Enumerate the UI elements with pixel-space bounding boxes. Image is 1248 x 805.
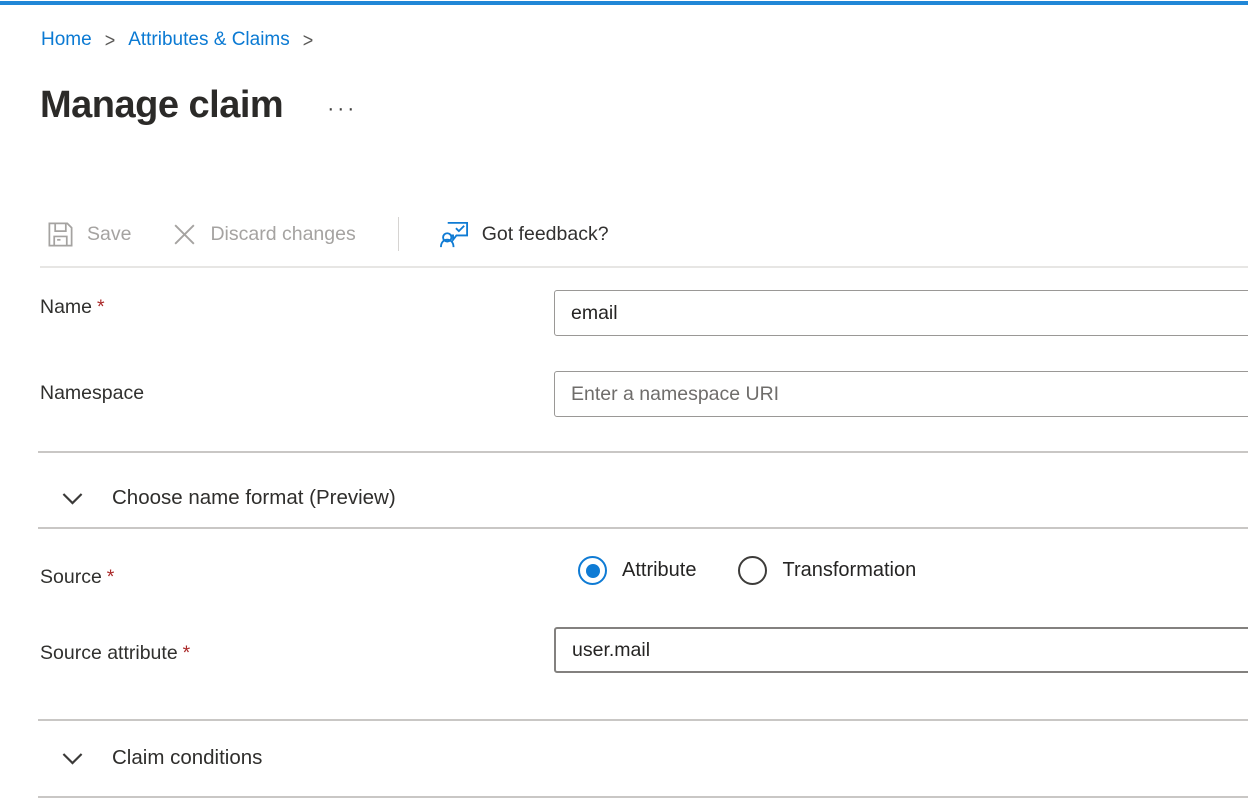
radio-button-transformation[interactable] (738, 556, 767, 585)
section-divider (38, 451, 1248, 453)
source-label-text: Source (40, 566, 102, 588)
toolbar-separator (398, 217, 399, 251)
feedback-person-chat-icon (439, 219, 470, 250)
save-button-label: Save (87, 223, 131, 246)
section-divider (38, 796, 1248, 798)
required-asterisk: * (107, 566, 115, 588)
blade-top-accent-bar (0, 1, 1248, 5)
required-asterisk: * (183, 642, 191, 664)
radio-option-transformation[interactable]: Transformation (738, 556, 916, 585)
breadcrumb: Home > Attributes & Claims > (41, 29, 313, 51)
required-asterisk: * (97, 296, 105, 318)
discard-changes-label: Discard changes (210, 223, 355, 246)
section-divider (38, 719, 1248, 721)
radio-button-attribute[interactable] (578, 556, 607, 585)
discard-x-icon (171, 221, 198, 248)
save-button[interactable]: Save (46, 220, 131, 249)
radio-option-attribute[interactable]: Attribute (578, 556, 696, 585)
breadcrumb-link-home[interactable]: Home (41, 29, 92, 51)
got-feedback-button[interactable]: Got feedback? (439, 219, 609, 250)
radio-label-transformation: Transformation (782, 559, 916, 582)
title-row: Manage claim ··· (40, 84, 357, 128)
toolbar-divider (40, 266, 1248, 268)
name-field-label: Name* (40, 296, 105, 319)
choose-name-format-label: Choose name format (Preview) (112, 486, 396, 510)
discard-changes-button[interactable]: Discard changes (171, 221, 355, 248)
chevron-down-icon (60, 746, 85, 771)
page-title: Manage claim (40, 84, 283, 128)
source-attribute-field-label: Source attribute* (40, 642, 190, 665)
more-options-icon[interactable]: ··· (327, 98, 357, 119)
save-icon (46, 220, 75, 249)
command-bar: Save Discard changes Got feedback? (46, 212, 609, 256)
breadcrumb-separator-icon: > (105, 28, 116, 52)
breadcrumb-separator-icon: > (303, 28, 314, 52)
radio-label-attribute: Attribute (622, 559, 696, 582)
claim-conditions-section-header[interactable]: Claim conditions (60, 735, 262, 781)
breadcrumb-link-attributes-claims[interactable]: Attributes & Claims (128, 29, 290, 51)
chevron-down-icon (60, 486, 85, 511)
source-attribute-input[interactable] (554, 627, 1248, 673)
namespace-field-label: Namespace (40, 382, 144, 405)
name-input[interactable] (554, 290, 1248, 336)
namespace-label-text: Namespace (40, 382, 144, 404)
name-label-text: Name (40, 296, 92, 318)
namespace-input[interactable] (554, 371, 1248, 417)
source-attribute-label-text: Source attribute (40, 642, 178, 664)
manage-claim-blade: Home > Attributes & Claims > Manage clai… (0, 0, 1248, 805)
choose-name-format-section-header[interactable]: Choose name format (Preview) (60, 469, 396, 527)
source-radio-group: Attribute Transformation (578, 556, 916, 585)
got-feedback-label: Got feedback? (482, 223, 609, 246)
source-field-label: Source* (40, 566, 114, 589)
claim-conditions-label: Claim conditions (112, 746, 262, 770)
section-divider (38, 527, 1248, 529)
